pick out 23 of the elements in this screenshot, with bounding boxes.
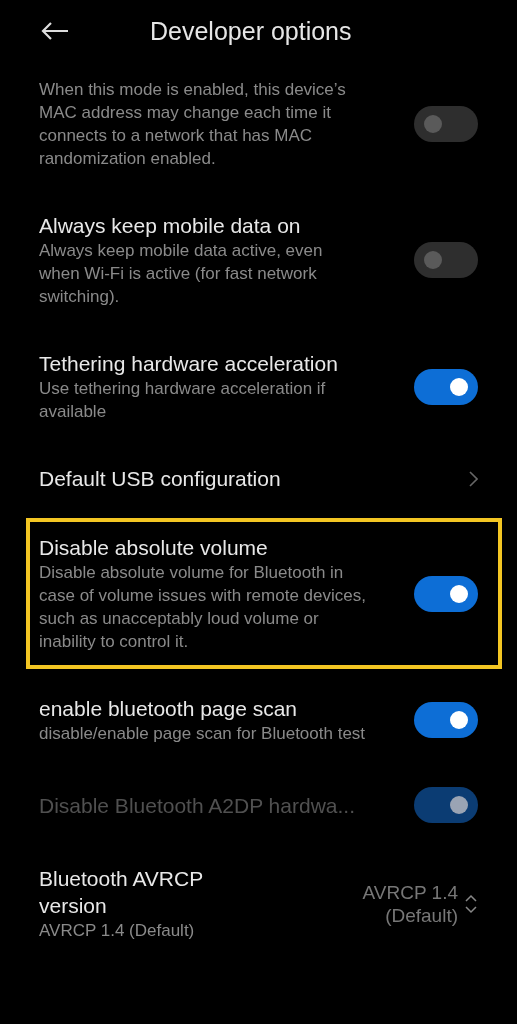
setting-title: Always keep mobile data on	[39, 213, 302, 239]
up-down-chevron-icon[interactable]	[464, 892, 478, 915]
dropdown-value[interactable]: AVRCP 1.4 (Default)	[358, 880, 458, 927]
setting-title: Tethering hardware acceleration	[39, 351, 339, 377]
back-arrow-icon[interactable]	[40, 21, 70, 41]
toggle-switch[interactable]	[414, 242, 478, 278]
setting-description: Disable absolute volume for Bluetooth in case of volume issues with remote devices, such as unacceptably loud volume or inability to control it.	[39, 562, 367, 653]
setting-description: Use tethering hardware acceleration if available	[39, 378, 327, 423]
setting-description: When this mode is enabled, this device’s MAC address may change each time it connects to a network that has MAC randomization enabled.	[39, 79, 347, 170]
chevron-right-icon[interactable]	[468, 470, 478, 487]
setting-description: disable/enable page scan for Bluetooth test	[39, 723, 366, 745]
setting-description: Always keep mobile data active, even when Wi-Fi is active (for fast network switching).	[39, 240, 324, 308]
toggle-switch[interactable]	[414, 575, 478, 612]
setting-title: Default USB configuration	[39, 466, 281, 492]
setting-title: enable bluetooth page scan	[39, 696, 299, 722]
toggle-switch[interactable]	[414, 106, 478, 142]
setting-title: Disable absolute volume	[39, 535, 269, 561]
setting-title: Disable Bluetooth A2DP hardwa...	[39, 792, 355, 819]
setting-title: Bluetooth AVRCP version	[39, 866, 204, 919]
setting-description: AVRCP 1.4 (Default)	[39, 920, 196, 942]
screen-title: Developer options	[150, 16, 352, 46]
toggle-switch[interactable]	[414, 702, 478, 738]
toggle-switch[interactable]	[414, 368, 478, 405]
